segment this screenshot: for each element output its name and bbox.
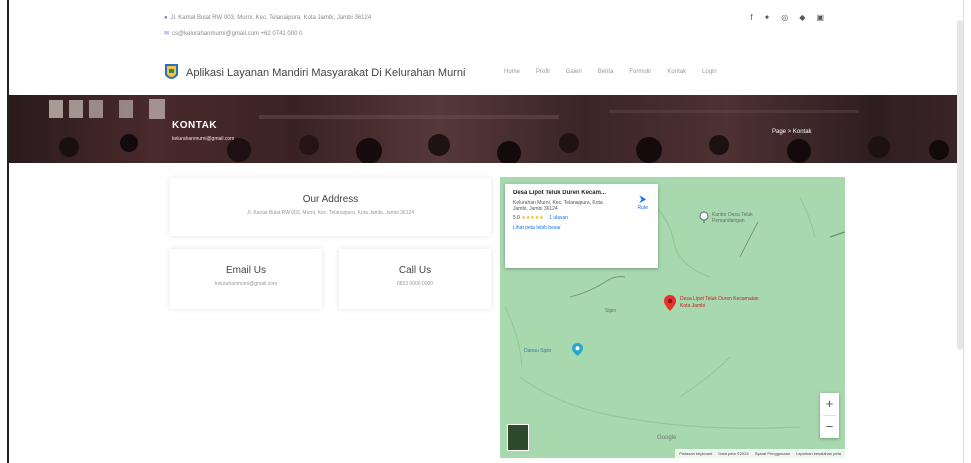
linkedin-icon[interactable]: ◆ [799,13,805,22]
email-card-title: Email Us [225,265,266,276]
menu-home[interactable]: Home [504,69,520,75]
hero-subtitle: kelurahanmurni@gmail.com [172,136,235,142]
hero-banner [9,95,963,163]
rating-stars-icon: ★★★★★ [521,215,544,221]
facebook-icon[interactable]: f [750,13,752,22]
rating-value: 5.0 [513,215,520,221]
directions-label: Rute [637,205,648,211]
grey-place-label: Kantor Desa Teluk Pemandangan [712,212,753,224]
directions-button[interactable]: ⮞ Rute [637,194,648,211]
page-scrollbar[interactable] [957,20,963,350]
top-bar: ● Jl. Kamal Bulat RW 003, Murni, Kec. Tel… [164,10,824,46]
brand-title[interactable]: Aplikasi Layanan Mandiri Masyarakat Di K… [186,67,465,79]
place-info-card: Desa Lipot Teluk Duren Kecam... Keluraha… [505,184,658,268]
youtube-icon[interactable]: ▣ [816,13,824,22]
google-map[interactable]: Desa Lipot Teluk Duren Kecam... Keluraha… [500,177,845,458]
grey-place-marker-icon[interactable] [699,211,709,223]
menu-galeri[interactable]: Galeri [566,69,582,75]
topbar-address: Jl. Kamal Bulat RW 003, Murni, Kec. Tela… [170,15,372,21]
pin-red-label: Desa Lipot Teluk Duren Kecamatan Kota Ja… [680,296,759,309]
navbar: Aplikasi Layanan Mandiri Masyarakat Di K… [164,58,824,90]
blue-place-marker-icon[interactable] [572,343,583,356]
email-card-text[interactable]: kelurahanmurni@gmail.com [170,281,322,287]
envelope-icon: ✉ [164,31,170,37]
menu-formulir[interactable]: Formulir [629,69,651,75]
view-larger-map-link[interactable]: Lihat peta lebih besar [513,225,650,231]
email-card: Email Us kelurahanmurni@gmail.com [170,249,322,309]
twitter-icon[interactable]: ✦ [764,13,771,22]
topbar-email-phone: cs@kelurahanmurni@gmail.com +62 0741 000… [172,31,303,37]
place-name[interactable]: Desa Lipot Teluk Duren Kecam... [513,190,628,196]
menu-login[interactable]: Login [702,69,717,75]
main-menu: Home Profil Galeri Berita Formulir Konta… [504,69,717,75]
page-title: KONTAK [172,120,218,131]
social-links: f ✦ ◎ ◆ ▣ [750,13,824,22]
menu-profil[interactable]: Profil [536,69,550,75]
google-logo: Google [657,435,677,441]
terms-link[interactable]: Syarat Penggunaan [755,451,790,456]
crowd-photo [49,99,949,163]
location-pin-icon: ● [164,15,168,21]
instagram-icon[interactable]: ◎ [781,13,788,22]
menu-kontak[interactable]: Kontak [667,69,686,75]
blue-place-label: Danau Sipin [524,348,552,354]
zoom-controls: + − [820,393,839,438]
zoom-in-button[interactable]: + [820,393,839,415]
address-card-text: Jl. Kamal Bulat RW 003, Murni, Kec. Tela… [246,210,415,216]
place-rating: 5.0 ★★★★★ 1 ulasan [513,215,650,221]
call-card: Call Us 0823 0000 0000 [339,249,491,309]
place-address: Kelurahan Murni, Kec. Telanaipura, Kota … [513,200,603,212]
map-attribution: Pintasan keyboard Data peta ©2024 Syarat… [675,449,845,458]
road-label: Sipin [605,308,617,314]
keyboard-shortcuts-link[interactable]: Pintasan keyboard [679,451,712,456]
call-card-text[interactable]: 0823 0000 0000 [339,281,491,287]
location-pin-red-icon[interactable] [664,295,676,311]
call-card-title: Call Us [398,265,432,276]
topbar-contact-line: ✉ cs@kelurahanmurni@gmail.com +62 0741 00… [164,30,302,37]
address-card-title: Our Address [302,194,359,205]
breadcrumb[interactable]: Page > Kontak [772,129,812,135]
report-error-link[interactable]: Laporkan kesalahan peta [796,451,841,456]
address-card: Our Address Jl. Kamal Bulat RW 003, Murn… [170,178,491,236]
topbar-address-line: ● Jl. Kamal Bulat RW 003, Murni, Kec. Tel… [164,15,371,21]
browser-frame: ● Jl. Kamal Bulat RW 003, Murni, Kec. Tel… [7,0,964,463]
zoom-out-button[interactable]: − [820,416,839,438]
directions-icon: ⮞ [639,194,647,205]
reviews-link[interactable]: 1 ulasan [549,215,568,221]
satellite-toggle[interactable] [507,424,529,451]
menu-berita[interactable]: Berita [598,69,614,75]
kelurahan-logo-icon[interactable] [164,63,179,83]
map-data-text: Data peta ©2024 [718,451,749,456]
